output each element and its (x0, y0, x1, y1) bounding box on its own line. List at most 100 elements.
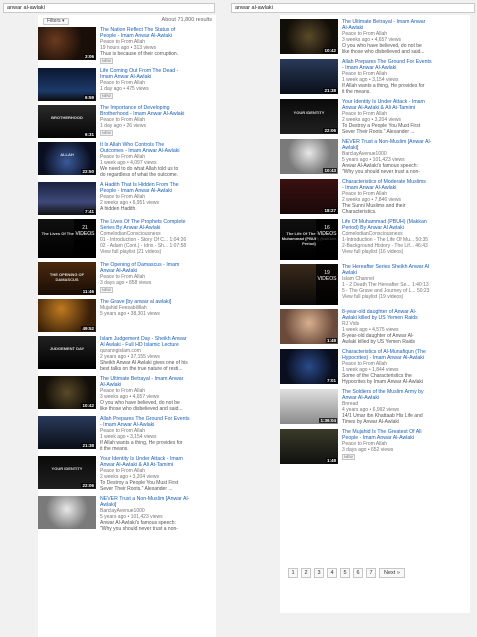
pagination: 1 2 3 4 5 6 7 Next » (288, 568, 405, 578)
page-4-button[interactable]: 4 (327, 568, 337, 578)
thumbnail-caption: THE OPENING OF DAMASCUS (49, 272, 85, 282)
search-input-left[interactable]: anwar al-awlaki (3, 3, 215, 13)
video-result[interactable]: 10:43 NEVER Trust a Non-Muslim [Anwar Al-… (280, 139, 470, 175)
view-playlist-link[interactable]: View full playlist (16 videos) (342, 249, 470, 255)
upload-stats: 1 day ago • 475 views (100, 86, 149, 92)
video-result[interactable]: 19 VIDEOS The Hereafter Series Sheikh Anw… (280, 264, 470, 305)
video-result[interactable]: 21:38 Allah Prepares The Ground For Event… (280, 59, 470, 95)
page-5-button[interactable]: 5 (340, 568, 350, 578)
video-thumbnail[interactable]: 1:48 (280, 309, 338, 344)
video-thumbnail[interactable]: 10:42 (38, 376, 96, 409)
video-thumbnail[interactable]: JUDGEMENT DAY (38, 336, 96, 369)
filters-button[interactable]: Filters ▾ (43, 18, 69, 25)
video-result[interactable]: 6:59 Life Coming Out From The Dead - Imam … (38, 68, 216, 101)
video-duration: 22:06 (81, 483, 95, 488)
video-description: "Why you should never trust a non- (100, 526, 178, 532)
video-result[interactable]: 18:27 Characteristics of Moderate Muslims… (280, 179, 470, 215)
video-meta: A Hadith That Is Hidden From The People -… (100, 182, 216, 215)
video-duration: 10:42 (323, 48, 337, 53)
video-result[interactable]: 10:42 The Ultimate Betrayal - Imam Anwar A… (280, 19, 470, 55)
thumbnail-caption: BROTHERHOOD (51, 115, 83, 120)
video-result[interactable]: The Life Of The Prophet Muhammad (PBUH) … (280, 219, 470, 260)
video-duration: 7:01 (325, 378, 337, 383)
video-result[interactable]: 1:48 8-year-old daughter of Anwar Al- Awla… (280, 309, 470, 345)
video-thumbnail[interactable]: ALLAH 22:50 (38, 142, 96, 175)
upload-stats: 3 days ago • 858 views (100, 280, 152, 286)
video-meta: The Mujahid Is The Greatest Of All People… (342, 429, 470, 464)
video-thumbnail[interactable]: 21:38 (38, 416, 96, 449)
video-meta: Allah Prepares The Ground For Events - Im… (342, 59, 470, 95)
video-result[interactable]: ALLAH 22:50 It Is Allah Who Controls The Ou… (38, 142, 216, 178)
video-result[interactable]: 7:01 Characteristics of Al-Munafiqun (The… (280, 349, 470, 385)
video-duration: 21:38 (81, 443, 95, 448)
video-thumbnail[interactable]: The Lives Of The Prophets 21 VIDEOS (38, 219, 96, 258)
video-result[interactable]: JUDGEMENT DAY Islam Judgement Day - Sheik… (38, 336, 216, 372)
video-result[interactable]: 3:06 The Nation Reflect The Status of Peop… (38, 27, 216, 64)
new-badge: NEW (100, 93, 113, 99)
video-result[interactable]: 10:42 The Ultimate Betrayal - Imam Anwar A… (38, 376, 216, 412)
video-thumbnail[interactable]: 6:59 (38, 68, 96, 101)
video-thumbnail[interactable]: 7:01 (280, 349, 338, 384)
playlist-count: 19 VIDEOS (316, 264, 338, 305)
view-playlist-link[interactable]: View full playlist (21 videos) (100, 249, 216, 255)
video-duration: 1:48 (325, 458, 337, 463)
video-result[interactable]: NEVER Trust a Non-Muslim [Anwar Al- Awlak… (38, 496, 216, 532)
video-meta: The Ultimate Betrayal - Imam Anwar Al-Awl… (342, 19, 470, 55)
video-description: "Why you should never trust a non- (342, 169, 420, 175)
video-thumbnail[interactable]: 49:52 (38, 299, 96, 332)
video-thumbnail[interactable]: 3:06 (38, 27, 96, 60)
page-7-button[interactable]: 7 (366, 568, 376, 578)
page-6-button[interactable]: 6 (353, 568, 363, 578)
video-thumbnail[interactable]: The Life Of The Prophet Muhammad (PBUH) … (280, 219, 338, 260)
video-thumbnail[interactable]: BROTHERHOOD 6:31 (38, 105, 96, 138)
video-thumbnail[interactable]: 19 VIDEOS (280, 264, 338, 305)
video-result[interactable]: 1:48 The Mujahid Is The Greatest Of All Pe… (280, 429, 470, 464)
video-result[interactable]: 21:38 Allah Prepares The Ground For Event… (38, 416, 216, 452)
next-page-button[interactable]: Next » (379, 568, 405, 578)
video-thumbnail[interactable]: YOUR IDENTITY 22:06 (280, 99, 338, 134)
video-duration: 10:43 (323, 168, 337, 173)
video-result[interactable]: BROTHERHOOD 6:31 The Importance of Develop… (38, 105, 216, 138)
video-result[interactable]: YOUR IDENTITY 22:06 Your Identity Is Under… (280, 99, 470, 135)
view-playlist-link[interactable]: View full playlist (19 videos) (342, 294, 470, 300)
video-meta: The Importance of Developing Brotherhood … (100, 105, 216, 138)
video-thumbnail[interactable]: 21:38 (280, 59, 338, 94)
new-badge: NEW (100, 130, 113, 136)
video-meta: Life Coming Out From The Dead - Imam Anwa… (100, 68, 216, 101)
video-result[interactable]: 7:41 A Hadith That Is Hidden From The Peop… (38, 182, 216, 215)
video-thumbnail[interactable]: 10:42 (280, 19, 338, 54)
video-thumbnail[interactable]: 7:41 (38, 182, 96, 215)
video-meta: The Nation Reflect The Status of People -… (100, 27, 216, 64)
video-meta: 8-year-old daughter of Anwar Al- Awlaki k… (342, 309, 470, 345)
results-count: About 71,800 results (161, 17, 212, 23)
video-result[interactable]: THE OPENING OF DAMASCUS 11:46 The Opening … (38, 262, 216, 295)
video-meta: Islam Judgement Day - Sheikh Anwar Al Awl… (100, 336, 216, 372)
video-meta: The Ultimate Betrayal - Imam Anwar Al-Awl… (100, 376, 216, 412)
video-duration: 6:31 (83, 132, 95, 137)
video-result[interactable]: The Lives Of The Prophets 21 VIDEOS The Li… (38, 219, 216, 258)
page-2-button[interactable]: 2 (301, 568, 311, 578)
video-result[interactable]: 1:36:04 The Soldiers of the Muslim Army b… (280, 389, 470, 425)
video-description: best talks on the true nature of resti..… (100, 366, 183, 372)
video-result[interactable]: 49:52 The Grave [by anwar al awlaki] Mujah… (38, 299, 216, 332)
search-input-right[interactable]: anwar al-awlaki (231, 3, 475, 13)
video-description: do regardless of what the outcome. (100, 172, 179, 178)
results-panel-right: 10:42 The Ultimate Betrayal - Imam Anwar A… (280, 15, 470, 613)
video-duration: 21:38 (323, 88, 337, 93)
video-description: Times by Anwar Al-Awlaki (342, 419, 399, 425)
video-thumbnail[interactable]: THE OPENING OF DAMASCUS 11:46 (38, 262, 96, 295)
video-thumbnail[interactable]: YOUR IDENTITY 22:06 (38, 456, 96, 489)
page-3-button[interactable]: 3 (314, 568, 324, 578)
video-thumbnail[interactable]: 1:48 (280, 429, 338, 464)
video-duration: 6:59 (83, 95, 95, 100)
video-thumbnail[interactable]: 10:43 (280, 139, 338, 174)
video-meta: The Lives Of The Prophets Complete Series… (100, 219, 216, 258)
video-description: Hypocrites by Imam Anwar Al-Awlaki (342, 379, 424, 385)
video-duration: 11:46 (81, 289, 95, 294)
video-result[interactable]: YOUR IDENTITY 22:06 Your Identity Is Under… (38, 456, 216, 492)
video-thumbnail[interactable]: 1:36:04 (280, 389, 338, 424)
video-thumbnail[interactable] (38, 496, 96, 529)
video-thumbnail[interactable]: 18:27 (280, 179, 338, 214)
page-1-button[interactable]: 1 (288, 568, 298, 578)
playlist-count: 16 VIDEOS (316, 219, 338, 260)
